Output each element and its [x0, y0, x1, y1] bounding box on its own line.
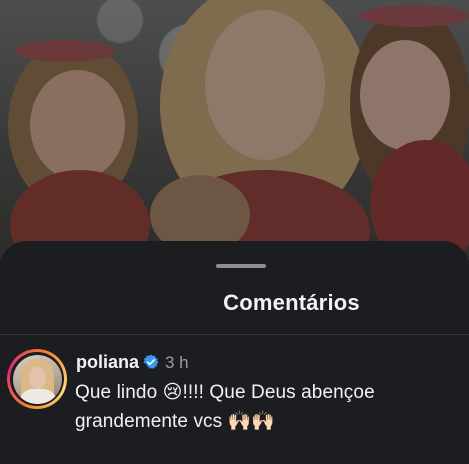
post-photo [0, 0, 469, 260]
comment-timestamp: 3 h [165, 353, 189, 372]
comment-username[interactable]: poliana [76, 352, 139, 373]
comment-text-line-2: grandemente vcs 🙌🏻🙌🏻 [75, 411, 276, 432]
sheet-grabber[interactable] [216, 264, 266, 268]
header-divider [0, 334, 469, 335]
comment-text-line-1: Que lindo 😢!!!! Que Deus abençoe [75, 382, 375, 403]
sheet-title: Comentários [223, 290, 360, 315]
verified-badge-icon [143, 354, 159, 369]
avatar-face [28, 366, 46, 389]
avatar-ring-gap [10, 352, 64, 406]
avatar-photo [12, 354, 62, 404]
comments-sheet: Comentários poliana 3 h Que lindo 😢!!!! … [0, 241, 469, 464]
avatar-body [18, 388, 57, 404]
comment-text: Que lindo 😢!!!! Que Deus abençoe grandem… [75, 378, 460, 436]
photo-dim-overlay[interactable] [0, 0, 469, 260]
avatar[interactable] [7, 349, 67, 409]
